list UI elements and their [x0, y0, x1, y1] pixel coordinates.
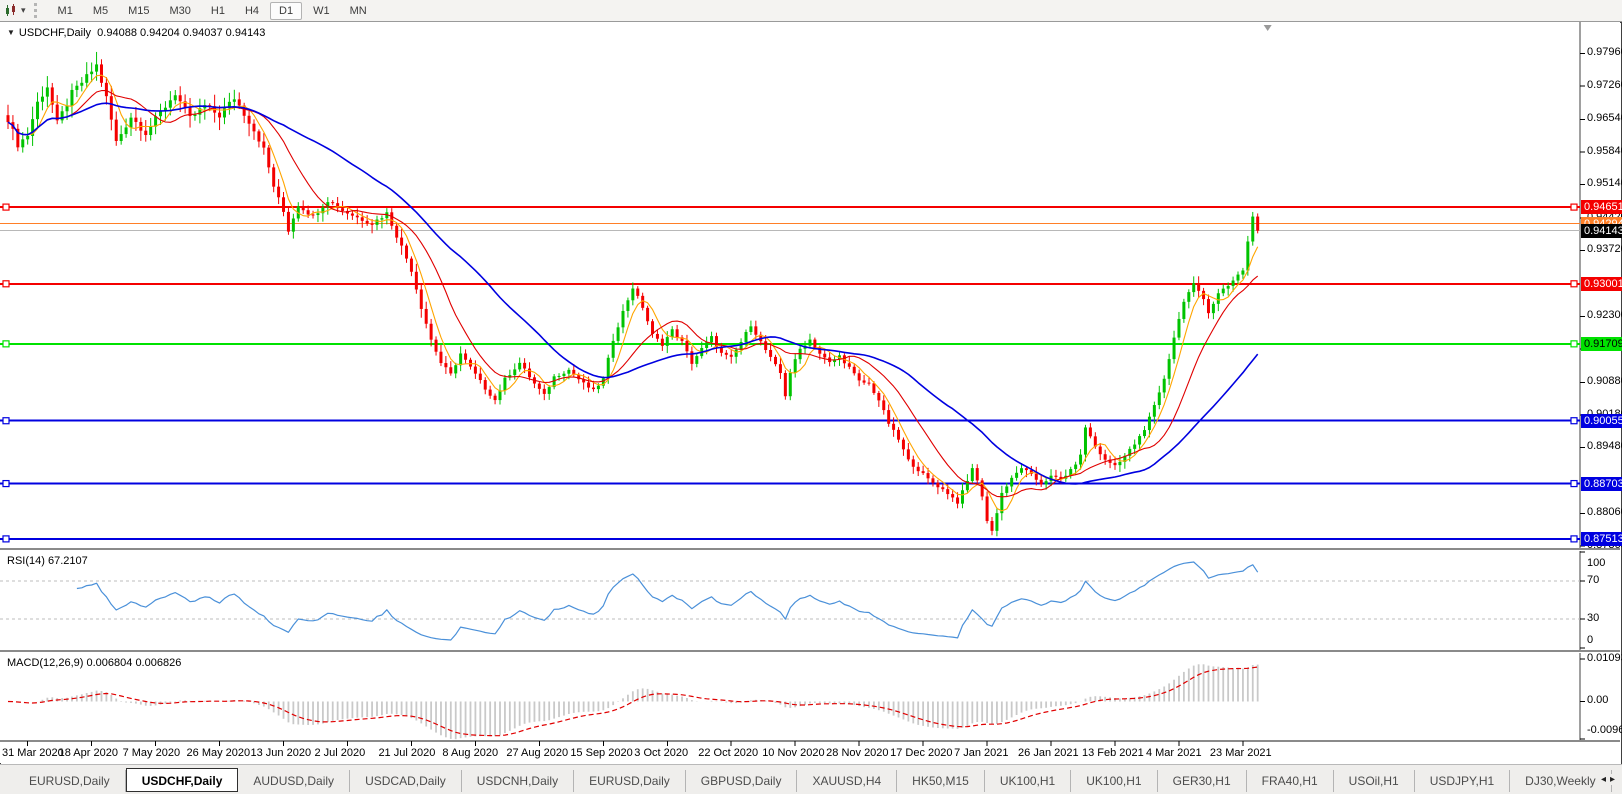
chart-type-icon[interactable] [4, 4, 17, 17]
date-tick-label: 26 Jan 2021 [1018, 747, 1079, 759]
date-tick-label: 13 Jun 2020 [251, 747, 312, 759]
date-tick-label: 23 Mar 2021 [1210, 747, 1272, 759]
hline-price-label: 0.88703 [1581, 477, 1622, 491]
timeframe-button-m1[interactable]: M1 [49, 2, 82, 20]
chart-tab-10[interactable]: UK100,H1 [1071, 770, 1157, 792]
date-tick-label: 27 Aug 2020 [506, 747, 568, 759]
timeframe-button-m5[interactable]: M5 [84, 2, 117, 20]
price-tick-label: 0.90880 [1587, 375, 1622, 387]
chart-tab-13[interactable]: USOil,H1 [1334, 770, 1415, 792]
tab-scroll-arrows: ◂▸ [1597, 774, 1619, 785]
tab-scroll-left-icon[interactable]: ◂ [1601, 774, 1610, 785]
candlestick-icon [4, 4, 17, 17]
price-tick-label: 0.95140 [1587, 177, 1622, 189]
macd-scale-label: 0.00 [1587, 694, 1608, 706]
date-tick-label: 18 Apr 2020 [59, 747, 118, 759]
date-tick-label: 22 Oct 2020 [698, 747, 758, 759]
tab-scroll-right-icon[interactable]: ▸ [1610, 774, 1619, 785]
chart-tab-8[interactable]: HK50,M15 [897, 770, 985, 792]
chart-tab-9[interactable]: UK100,H1 [985, 770, 1071, 792]
price-tick-label: 0.96540 [1587, 112, 1622, 124]
chart-canvas[interactable] [0, 22, 1620, 763]
chart-tab-2[interactable]: AUDUSD,Daily [238, 770, 350, 792]
price-tick-label: 0.92300 [1587, 309, 1622, 321]
chart-tab-12[interactable]: FRA40,H1 [1247, 770, 1334, 792]
timeframe-buttons: M1M5M15M30H1H4D1W1MN [48, 5, 377, 17]
macd-scale-label: -0.009653 [1587, 724, 1622, 736]
ohlc-close: 0.94143 [226, 27, 266, 39]
date-tick-label: 7 May 2020 [123, 747, 180, 759]
chart-tab-3[interactable]: USDCAD,Daily [350, 770, 462, 792]
timeframe-button-mn[interactable]: MN [341, 2, 376, 20]
date-tick-label: 10 Nov 2020 [762, 747, 824, 759]
macd-label: MACD(12,26,9) 0.006804 0.006826 [7, 657, 181, 669]
chart-tab-5[interactable]: EURUSD,Daily [574, 770, 686, 792]
macd-value-signal: 0.006826 [135, 657, 181, 669]
collapse-icon[interactable]: ▼ [7, 28, 15, 37]
hline-price-label: 0.94651 [1581, 200, 1622, 214]
rsi-name: RSI(14) [7, 555, 45, 567]
toolbar-grip[interactable] [34, 3, 42, 18]
date-tick-label: 4 Mar 2021 [1146, 747, 1202, 759]
date-tick-label: 31 Mar 2020 [2, 747, 64, 759]
date-tick-label: 8 Aug 2020 [442, 747, 498, 759]
chart-title: ▼ USDCHF,Daily 0.94088 0.94204 0.94037 0.… [7, 27, 265, 39]
rsi-scale-label: 100 [1587, 557, 1605, 569]
ohlc-low: 0.94037 [183, 27, 223, 39]
chart-tab-6[interactable]: GBPUSD,Daily [686, 770, 798, 792]
date-tick-label: 13 Feb 2021 [1082, 747, 1144, 759]
chart-tab-0[interactable]: EURUSD,Daily [14, 770, 126, 792]
chart-tab-14[interactable]: USDJPY,H1 [1415, 770, 1510, 792]
date-tick-label: 17 Dec 2020 [890, 747, 952, 759]
chart-tab-11[interactable]: GER30,H1 [1158, 770, 1247, 792]
date-tick-label: 28 Nov 2020 [826, 747, 888, 759]
timeframe-button-h1[interactable]: H1 [202, 2, 234, 20]
date-tick-label: 15 Sep 2020 [570, 747, 632, 759]
chevron-down-icon[interactable]: ▾ [21, 5, 26, 16]
chart-tab-bar: EURUSD,DailyUSDCHF,DailyAUDUSD,DailyUSDC… [0, 764, 1622, 794]
rsi-scale-label: 70 [1587, 574, 1599, 586]
timeframe-toolbar: ▾ M1M5M15M30H1H4D1W1MN [0, 0, 1622, 22]
timeframe-button-h4[interactable]: H4 [236, 2, 268, 20]
rsi-scale-label: 0 [1587, 634, 1593, 646]
timeframe-button-w1[interactable]: W1 [304, 2, 339, 20]
date-tick-label: 21 Jul 2020 [378, 747, 435, 759]
date-tick-label: 3 Oct 2020 [634, 747, 688, 759]
mt4-terminal: ▾ M1M5M15M30H1H4D1W1MN ▼ USDCHF,Daily 0.9… [0, 0, 1622, 794]
ohlc-high: 0.94204 [140, 27, 180, 39]
chart-tab-1[interactable]: USDCHF,Daily [126, 768, 239, 792]
symbol-period-label: USDCHF,Daily [19, 27, 91, 39]
hline-price-label: 0.87513 [1581, 532, 1622, 546]
price-tick-label: 0.88060 [1587, 506, 1622, 518]
price-tick-label: 0.97960 [1587, 46, 1622, 58]
date-tick-label: 26 May 2020 [187, 747, 251, 759]
chart-tab-4[interactable]: USDCNH,Daily [462, 770, 574, 792]
ohlc-open: 0.94088 [97, 27, 137, 39]
timeframe-button-m15[interactable]: M15 [119, 2, 158, 20]
chart-tabs: EURUSD,DailyUSDCHF,DailyAUDUSD,DailyUSDC… [14, 770, 1622, 792]
hline-price-label: 0.91709 [1581, 337, 1622, 351]
macd-value-main: 0.006804 [86, 657, 132, 669]
hline-price-label: 0.90055 [1581, 414, 1622, 428]
price-tick-label: 0.89480 [1587, 440, 1622, 452]
macd-name: MACD(12,26,9) [7, 657, 83, 669]
price-tick-label: 0.95840 [1587, 145, 1622, 157]
chart-tab-7[interactable]: XAUUSD,H4 [797, 770, 897, 792]
rsi-value: 67.2107 [48, 555, 88, 567]
date-tick-label: 2 Jul 2020 [314, 747, 365, 759]
hline-price-label: 0.93001 [1581, 277, 1622, 291]
timeframe-button-m30[interactable]: M30 [161, 2, 200, 20]
date-tick-label: 7 Jan 2021 [954, 747, 1008, 759]
macd-scale-label: 0.010933 [1587, 652, 1622, 664]
rsi-label: RSI(14) 67.2107 [7, 555, 88, 567]
price-tick-label: 0.97260 [1587, 79, 1622, 91]
price-tick-label: 0.93720 [1587, 243, 1622, 255]
rsi-scale-label: 30 [1587, 612, 1599, 624]
timeframe-button-d1[interactable]: D1 [270, 2, 302, 20]
current-price-label: 0.94143 [1581, 224, 1622, 238]
